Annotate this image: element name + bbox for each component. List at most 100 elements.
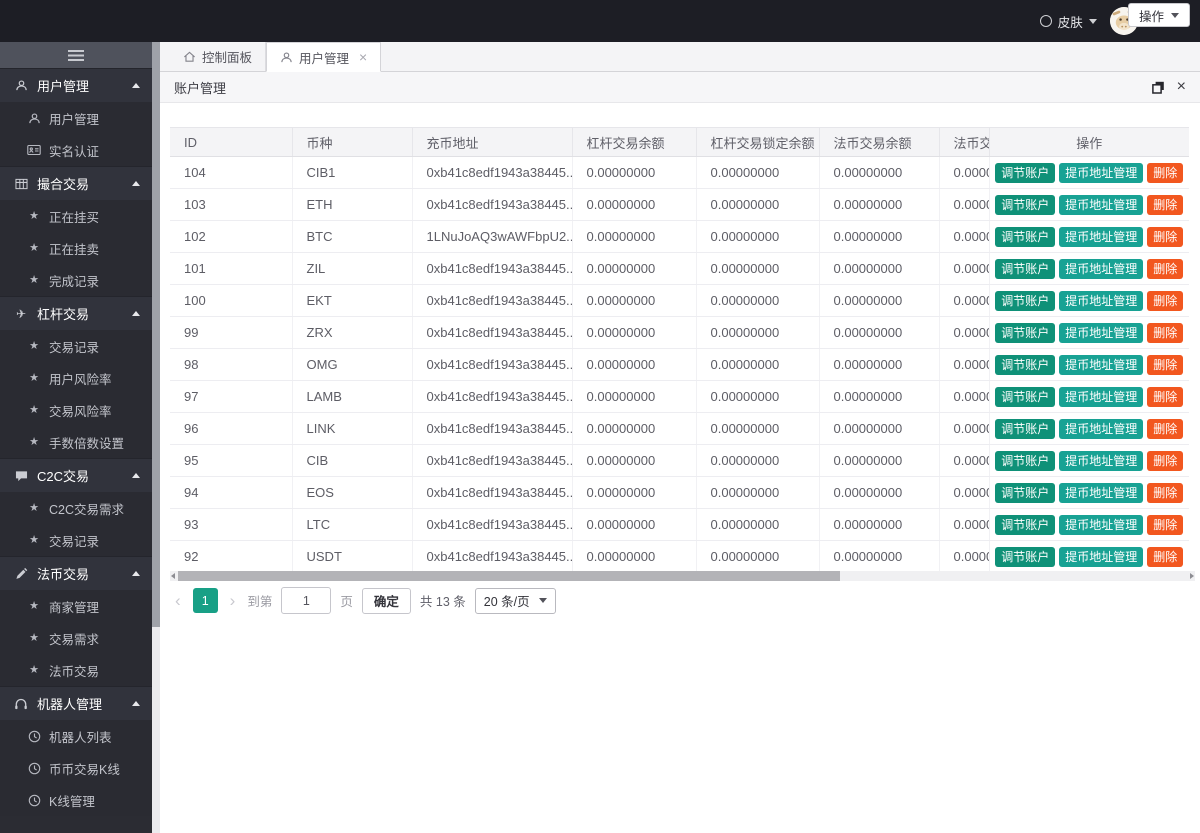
sidebar-item[interactable]: ★正在挂买 — [0, 200, 152, 232]
star-icon: ★ — [26, 633, 42, 644]
table-row: 96LINK0xb41c8edf1943a38445...0.000000000… — [170, 413, 1189, 445]
restore-window-icon[interactable] — [1152, 81, 1165, 94]
tab-close-icon[interactable]: × — [359, 50, 367, 64]
table-row: 104CIB10xb41c8edf1943a38445...0.00000000… — [170, 157, 1189, 189]
delete-button[interactable]: 删除 — [1147, 355, 1183, 375]
sidebar-scrollbar-thumb[interactable] — [152, 42, 160, 627]
withdraw-address-button[interactable]: 提币地址管理 — [1059, 195, 1143, 215]
adjust-account-button[interactable]: 调节账户 — [995, 547, 1055, 567]
panel-close-icon[interactable]: × — [1177, 79, 1186, 95]
actions-dropdown-button[interactable]: 操作 — [1128, 3, 1190, 27]
sidebar-section-3[interactable]: ✈杠杆交易 — [0, 296, 152, 330]
cell-address: 0xb41c8edf1943a38445... — [412, 413, 572, 445]
sidebar-item[interactable]: ★完成记录 — [0, 264, 152, 296]
withdraw-address-button[interactable]: 提币地址管理 — [1059, 547, 1143, 567]
sidebar-section-5[interactable]: 法币交易 — [0, 556, 152, 590]
delete-button[interactable]: 删除 — [1147, 291, 1183, 311]
tab-user-management[interactable]: 用户管理 × — [266, 42, 381, 72]
delete-button[interactable]: 删除 — [1147, 483, 1183, 503]
adjust-account-button[interactable]: 调节账户 — [995, 195, 1055, 215]
sidebar-section-1[interactable]: 用户管理 — [0, 68, 152, 102]
scroll-right-arrow-icon[interactable] — [1190, 573, 1194, 579]
sidebar-item-label: 机器人列表 — [49, 727, 112, 746]
sidebar-item[interactable]: ★正在挂卖 — [0, 232, 152, 264]
delete-button[interactable]: 删除 — [1147, 259, 1183, 279]
sidebar-section-6[interactable]: 机器人管理 — [0, 686, 152, 720]
current-page-button[interactable]: 1 — [193, 588, 218, 613]
withdraw-address-button[interactable]: 提币地址管理 — [1059, 483, 1143, 503]
sidebar-section-4[interactable]: C2C交易 — [0, 458, 152, 492]
sidebar-section-2[interactable]: 撮合交易 — [0, 166, 152, 200]
adjust-account-button[interactable]: 调节账户 — [995, 483, 1055, 503]
sidebar-item[interactable]: ★C2C交易需求 — [0, 492, 152, 524]
adjust-account-button[interactable]: 调节账户 — [995, 355, 1055, 375]
sidebar-item[interactable]: ★交易记录 — [0, 524, 152, 556]
sidebar-item[interactable]: ★手数倍数设置 — [0, 426, 152, 458]
scroll-left-arrow-icon[interactable] — [171, 573, 175, 579]
horizontal-scrollbar-thumb[interactable] — [178, 571, 840, 581]
cell-fiat-balance: 0.00000000 — [819, 221, 939, 253]
next-page-button[interactable]: › — [227, 592, 239, 609]
horizontal-scrollbar[interactable] — [170, 571, 1195, 581]
sidebar-item[interactable]: ★法币交易 — [0, 654, 152, 686]
delete-button[interactable]: 删除 — [1147, 387, 1183, 407]
delete-button[interactable]: 删除 — [1147, 547, 1183, 567]
sidebar-item[interactable]: 币币交易K线 — [0, 752, 152, 784]
cell-address: 0xb41c8edf1943a38445... — [412, 381, 572, 413]
adjust-account-button[interactable]: 调节账户 — [995, 259, 1055, 279]
cell-address: 0xb41c8edf1943a38445... — [412, 157, 572, 189]
withdraw-address-button[interactable]: 提币地址管理 — [1059, 419, 1143, 439]
withdraw-address-button[interactable]: 提币地址管理 — [1059, 323, 1143, 343]
sidebar-item[interactable]: K线管理 — [0, 784, 152, 816]
prev-page-button[interactable]: ‹ — [172, 592, 184, 609]
delete-button[interactable]: 删除 — [1147, 419, 1183, 439]
sidebar-item[interactable]: 实名认证 — [0, 134, 152, 166]
table-row: 95CIB0xb41c8edf1943a38445...0.000000000.… — [170, 445, 1189, 477]
cell-address: 0xb41c8edf1943a38445... — [412, 541, 572, 573]
adjust-account-button[interactable]: 调节账户 — [995, 163, 1055, 183]
cell-coin: EKT — [292, 285, 412, 317]
withdraw-address-button[interactable]: 提币地址管理 — [1059, 291, 1143, 311]
chevron-down-icon — [539, 598, 547, 603]
tab-dashboard[interactable]: 控制面板 — [170, 42, 266, 71]
delete-button[interactable]: 删除 — [1147, 195, 1183, 215]
topbar: 皮肤 demo — [0, 0, 1200, 42]
withdraw-address-button[interactable]: 提币地址管理 — [1059, 227, 1143, 247]
sidebar-item[interactable]: ★交易风险率 — [0, 394, 152, 426]
goto-page-input[interactable] — [281, 587, 331, 614]
sidebar-item[interactable]: ★商家管理 — [0, 590, 152, 622]
withdraw-address-button[interactable]: 提币地址管理 — [1059, 451, 1143, 471]
sidebar-scrollbar[interactable] — [152, 42, 160, 833]
sidebar-item-label: 商家管理 — [49, 597, 99, 616]
sidebar-item[interactable]: ★交易记录 — [0, 330, 152, 362]
withdraw-address-button[interactable]: 提币地址管理 — [1059, 163, 1143, 183]
delete-button[interactable]: 删除 — [1147, 227, 1183, 247]
sidebar-item[interactable]: ★用户风险率 — [0, 362, 152, 394]
cell-fiat-truncated: 0.0000 — [939, 253, 989, 285]
delete-button[interactable]: 删除 — [1147, 163, 1183, 183]
headphones-icon — [12, 697, 30, 710]
sidebar-toggle-button[interactable] — [0, 42, 152, 68]
withdraw-address-button[interactable]: 提币地址管理 — [1059, 355, 1143, 375]
adjust-account-button[interactable]: 调节账户 — [995, 227, 1055, 247]
confirm-button[interactable]: 确定 — [362, 588, 411, 614]
withdraw-address-button[interactable]: 提币地址管理 — [1059, 387, 1143, 407]
delete-button[interactable]: 删除 — [1147, 323, 1183, 343]
sidebar-section-label: 法币交易 — [37, 564, 89, 583]
delete-button[interactable]: 删除 — [1147, 515, 1183, 535]
adjust-account-button[interactable]: 调节账户 — [995, 291, 1055, 311]
page-size-select[interactable]: 20 条/页 — [475, 588, 556, 614]
adjust-account-button[interactable]: 调节账户 — [995, 451, 1055, 471]
column-header: 法币交易余额 — [819, 128, 939, 157]
sidebar-item[interactable]: 用户管理 — [0, 102, 152, 134]
withdraw-address-button[interactable]: 提币地址管理 — [1059, 515, 1143, 535]
sidebar-item[interactable]: 机器人列表 — [0, 720, 152, 752]
sidebar-item[interactable]: ★交易需求 — [0, 622, 152, 654]
withdraw-address-button[interactable]: 提币地址管理 — [1059, 259, 1143, 279]
adjust-account-button[interactable]: 调节账户 — [995, 515, 1055, 535]
skin-selector[interactable]: 皮肤 — [1040, 12, 1097, 31]
adjust-account-button[interactable]: 调节账户 — [995, 387, 1055, 407]
adjust-account-button[interactable]: 调节账户 — [995, 419, 1055, 439]
adjust-account-button[interactable]: 调节账户 — [995, 323, 1055, 343]
delete-button[interactable]: 删除 — [1147, 451, 1183, 471]
